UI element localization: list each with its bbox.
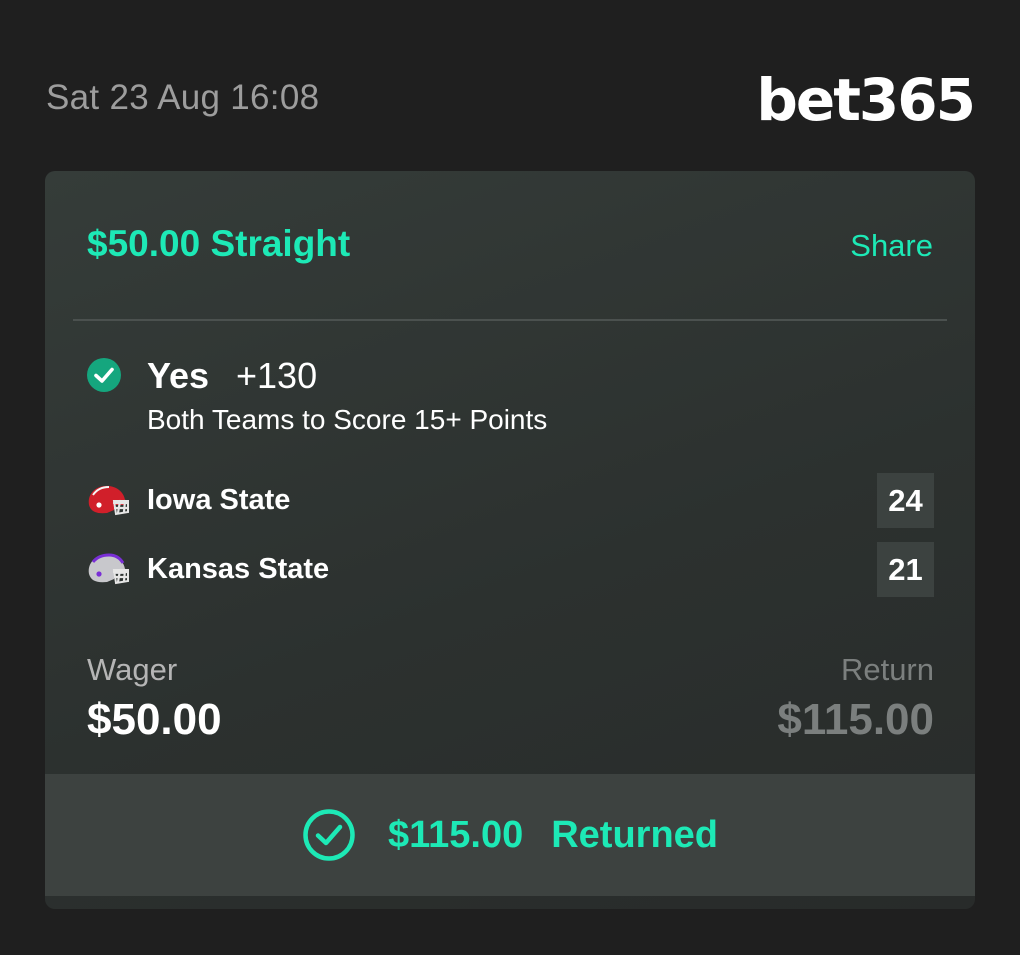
returned-status: $115.00 Returned xyxy=(45,774,975,896)
returned-label: Returned xyxy=(551,813,719,856)
share-button[interactable]: Share xyxy=(850,228,933,264)
bet-title: $50.00 Straight xyxy=(87,223,351,264)
wager-label: Wager xyxy=(87,652,178,687)
bet-receipt-page: Sat 23 Aug 16:08 bet365 $50.00 Straight … xyxy=(0,0,1020,955)
selection-odds: +130 xyxy=(236,355,318,396)
bet-card-header: $50.00 Straight Share xyxy=(45,171,975,319)
brand-logo: bet365 xyxy=(756,66,976,134)
bet-card: $50.00 Straight Share Yes +130 Both Team… xyxy=(45,171,975,909)
team-name: Kansas State xyxy=(147,553,330,585)
bet-timestamp: Sat 23 Aug 16:08 xyxy=(46,78,320,117)
team-name: Iowa State xyxy=(147,484,291,516)
wager-value: $50.00 xyxy=(87,695,222,744)
helmet-red-icon xyxy=(85,483,130,519)
returned-amount: $115.00 xyxy=(387,813,524,856)
team-row: Kansas State 21 xyxy=(45,542,975,598)
helmet-purple-icon xyxy=(85,552,130,588)
divider xyxy=(73,319,947,321)
market-name: Both Teams to Score 15+ Points xyxy=(147,404,548,435)
team-score: 21 xyxy=(877,542,934,597)
return-label: Return xyxy=(840,652,934,687)
selection-name: Yes xyxy=(147,355,210,396)
team-score: 24 xyxy=(877,473,934,528)
check-circle-icon xyxy=(87,358,121,392)
check-circle-outline-icon xyxy=(303,809,355,861)
return-value: $115.00 xyxy=(777,695,934,744)
returned-status-bar: $115.00 Returned xyxy=(45,774,975,896)
team-row: Iowa State 24 xyxy=(45,473,975,529)
